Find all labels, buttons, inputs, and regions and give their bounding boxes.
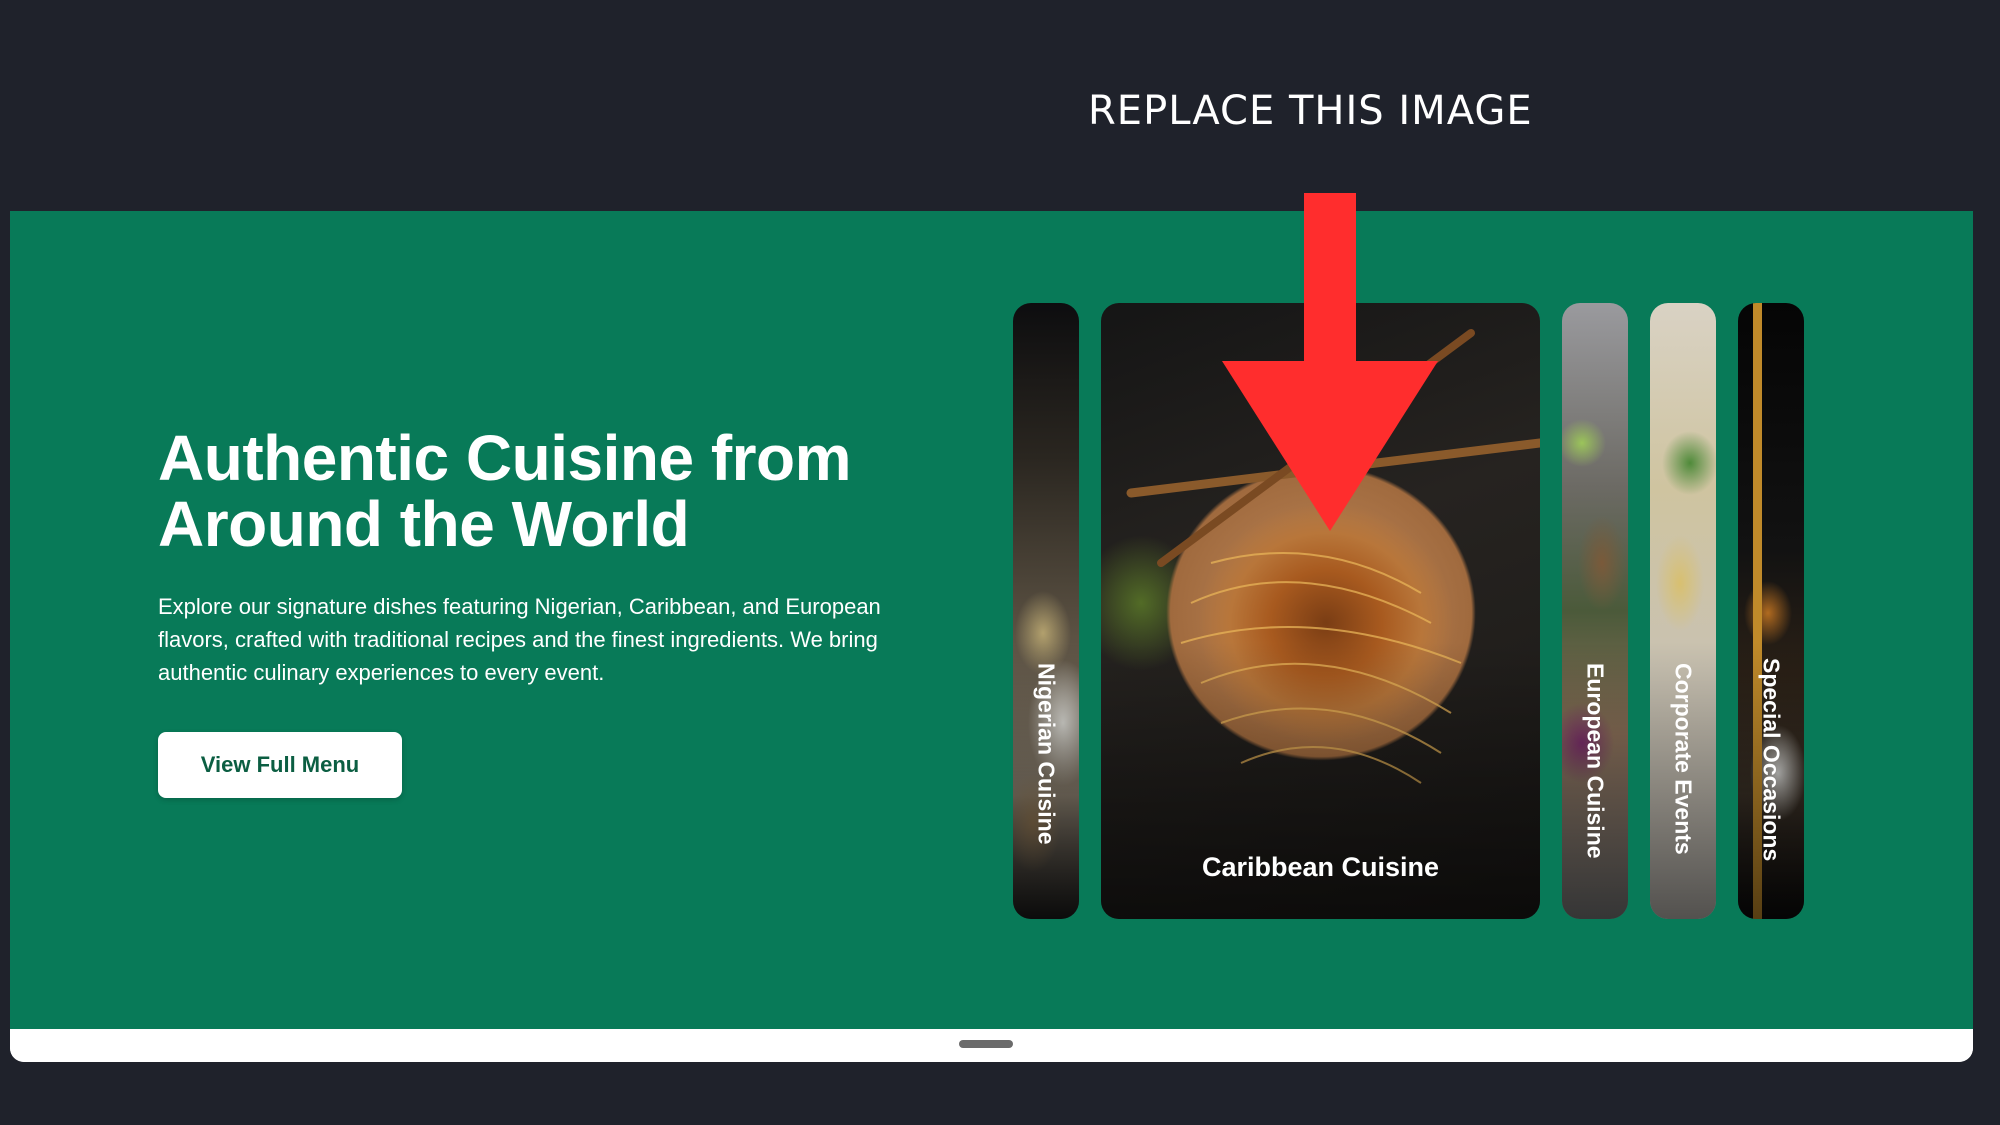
- card-corporate-events[interactable]: Corporate Events: [1650, 303, 1716, 919]
- card-label-wrap: European Cuisine: [1562, 663, 1628, 879]
- hero-title: Authentic Cuisine from Around the World: [158, 422, 852, 560]
- down-arrow-icon: [1222, 193, 1438, 531]
- hero-description: Explore our signature dishes featuring N…: [158, 594, 881, 685]
- card-label-nigerian: Nigerian Cuisine: [1033, 663, 1060, 845]
- view-full-menu-button[interactable]: View Full Menu: [158, 732, 402, 798]
- card-label-caribbean: Caribbean Cuisine: [1201, 852, 1440, 882]
- card-label-special: Special Occasions: [1758, 658, 1785, 862]
- drag-handle[interactable]: [959, 1040, 1013, 1048]
- browser-frame: Authentic Cuisine from Around the World …: [10, 211, 1973, 1062]
- card-label-wrap: Corporate Events: [1650, 663, 1716, 879]
- annotation-label: REPLACE THIS IMAGE: [1088, 88, 1533, 134]
- hero-section: Authentic Cuisine from Around the World …: [10, 211, 1973, 1029]
- card-label-corporate: Corporate Events: [1670, 663, 1697, 855]
- card-label-wrap: Nigerian Cuisine: [1013, 663, 1079, 879]
- card-european-cuisine[interactable]: European Cuisine: [1562, 303, 1628, 919]
- card-label-wrap: Special Occasions: [1738, 658, 1804, 879]
- card-nigerian-cuisine[interactable]: Nigerian Cuisine: [1013, 303, 1079, 919]
- card-label-european: European Cuisine: [1582, 663, 1609, 859]
- card-special-occasions[interactable]: Special Occasions: [1738, 303, 1804, 919]
- bottom-bar: [10, 1029, 1973, 1062]
